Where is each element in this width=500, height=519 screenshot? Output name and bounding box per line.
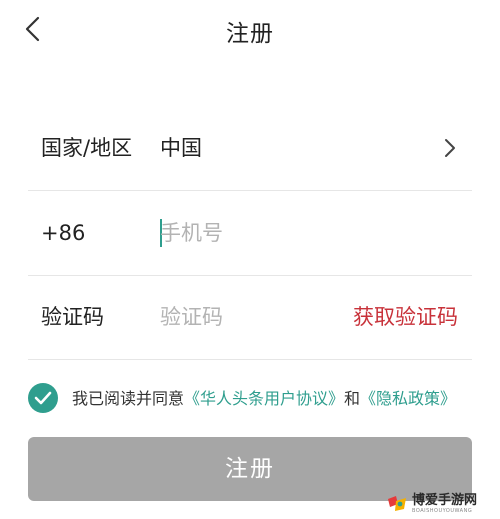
page-title: 注册 xyxy=(226,21,274,47)
app-header: 注册 xyxy=(0,0,500,60)
phone-input[interactable] xyxy=(158,211,460,255)
country-code-prefix: +86 xyxy=(41,221,86,245)
watermark-name: 博爱手游网 xyxy=(412,493,478,508)
code-input[interactable] xyxy=(158,295,340,339)
agreement-connector: 和 xyxy=(344,389,361,408)
register-button[interactable]: 注册 xyxy=(28,437,472,501)
user-agreement-link[interactable]: 《华人头条用户协议》 xyxy=(184,389,344,408)
watermark-logo-icon xyxy=(388,496,406,511)
phone-row: +86 xyxy=(28,191,472,276)
privacy-policy-link[interactable]: 《隐私政策》 xyxy=(360,389,456,408)
agreement-text: 我已阅读并同意《华人头条用户协议》和《隐私政策》 xyxy=(72,381,456,417)
agreement-prefix: 我已阅读并同意 xyxy=(72,389,185,408)
get-code-button[interactable]: 获取验证码 xyxy=(353,275,458,359)
country-value: 中国 xyxy=(160,136,202,160)
code-label: 验证码 xyxy=(41,305,104,329)
check-icon xyxy=(34,391,52,405)
country-row[interactable]: 国家/地区 中国 xyxy=(28,106,472,191)
agreement-checkbox[interactable] xyxy=(28,383,58,413)
watermark-subtitle: BOAISHOUYOUWANG xyxy=(412,508,473,514)
agreement-row: 我已阅读并同意《华人头条用户协议》和《隐私政策》 xyxy=(28,381,488,417)
country-label: 国家/地区 xyxy=(41,136,133,160)
chevron-right-icon xyxy=(445,139,455,157)
code-row: 验证码 获取验证码 xyxy=(28,275,472,360)
watermark: 博爱手游网 BOAISHOUYOUWANG xyxy=(386,493,494,517)
